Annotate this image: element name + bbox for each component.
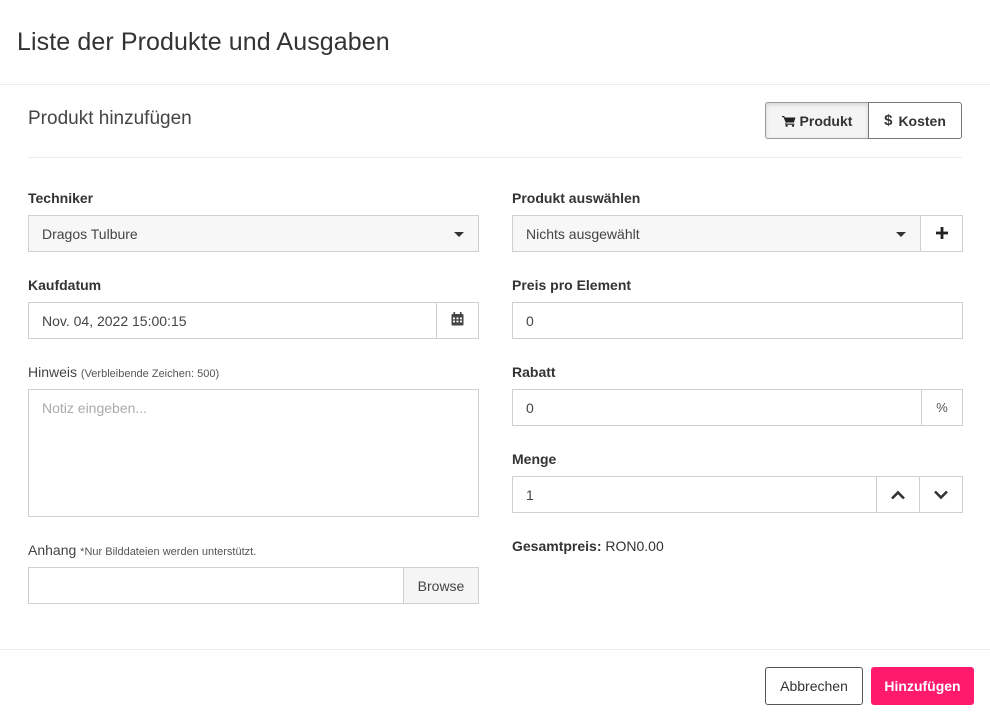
attachment-file-input[interactable]: [28, 567, 404, 604]
dollar-icon: $: [884, 112, 893, 129]
price-label: Preis pro Element: [512, 277, 632, 293]
product-value: Nichts ausgewählt: [526, 225, 640, 242]
modal-title: Liste der Produkte und Ausgaben: [17, 28, 390, 56]
note-remaining-hint: (Verbleibende Zeichen: 500): [80, 368, 220, 380]
calendar-button[interactable]: [436, 302, 479, 339]
quantity-increment-button[interactable]: [876, 476, 920, 513]
product-select[interactable]: Nichts ausgewählt: [512, 215, 921, 252]
purchase-date-input[interactable]: Nov. 04, 2022 15:00:15: [28, 302, 437, 339]
browse-button[interactable]: Browse: [403, 567, 479, 604]
section-divider: [28, 157, 962, 158]
cart-icon: [781, 115, 796, 127]
add-product-button[interactable]: [920, 215, 963, 252]
percent-addon: %: [921, 389, 963, 426]
product-toggle-button[interactable]: Produkt: [765, 102, 869, 139]
technician-select[interactable]: Dragos Tulbure: [28, 215, 479, 252]
cost-toggle-label: Kosten: [898, 112, 946, 129]
cancel-button[interactable]: Abbrechen: [765, 667, 863, 705]
modal-header: Liste der Produkte und Ausgaben: [0, 0, 990, 85]
type-toggle: Produkt $ Kosten: [765, 102, 962, 139]
purchase-date-value: Nov. 04, 2022 15:00:15: [42, 312, 187, 329]
calendar-icon: [451, 312, 464, 329]
product-toggle-label: Produkt: [799, 112, 853, 129]
note-label: Hinweis (Verbleibende Zeichen: 500): [28, 364, 219, 380]
footer-divider: [0, 649, 990, 650]
product-label: Produkt auswählen: [512, 190, 641, 206]
quantity-input[interactable]: 1: [512, 476, 877, 513]
technician-value: Dragos Tulbure: [42, 225, 138, 242]
note-label-text: Hinweis: [28, 364, 78, 380]
attachment-label: Anhang *Nur Bilddateien werden unterstüt…: [28, 542, 256, 558]
attachment-label-text: Anhang: [28, 542, 77, 558]
price-input[interactable]: 0: [512, 302, 963, 339]
chevron-up-icon: [891, 487, 905, 503]
purchase-date-label: Kaufdatum: [28, 277, 102, 293]
section-title: Produkt hinzufügen: [28, 108, 192, 129]
note-textarea[interactable]: Notiz eingeben...: [28, 389, 479, 517]
price-value: 0: [526, 312, 534, 329]
plus-icon: [935, 226, 948, 242]
note-placeholder: Notiz eingeben...: [42, 400, 148, 416]
quantity-decrement-button[interactable]: [919, 476, 963, 513]
quantity-value: 1: [526, 486, 534, 503]
submit-button[interactable]: Hinzufügen: [871, 667, 974, 705]
total-price: Gesamtpreis: RON0.00: [512, 538, 664, 554]
discount-input[interactable]: 0: [512, 389, 922, 426]
caret-down-icon: [896, 232, 906, 237]
chevron-down-icon: [934, 487, 948, 503]
caret-down-icon: [454, 232, 464, 237]
discount-label: Rabatt: [512, 364, 556, 380]
cost-toggle-button[interactable]: $ Kosten: [868, 102, 962, 139]
attachment-hint: *Nur Bilddateien werden unterstützt.: [80, 546, 257, 558]
total-price-label: Gesamtpreis:: [512, 538, 602, 554]
technician-label: Techniker: [28, 190, 94, 206]
total-price-value: RON0.00: [605, 538, 664, 554]
quantity-label: Menge: [512, 451, 557, 467]
discount-value: 0: [526, 399, 534, 416]
